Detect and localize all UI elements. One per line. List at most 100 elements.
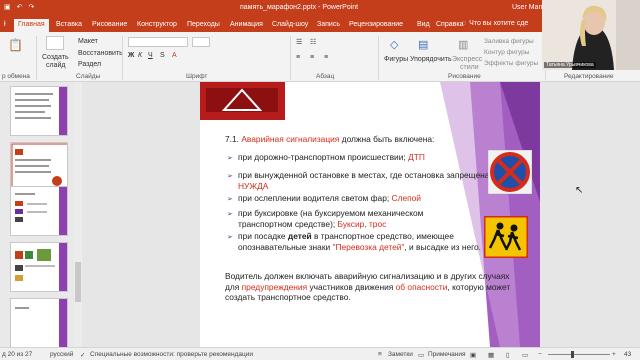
slide-thumbnails-pane (0, 82, 82, 348)
zoom-level[interactable]: 43 (624, 351, 631, 358)
bullet-icon: ➢ (227, 173, 233, 180)
align-left-icon[interactable]: ≡ (296, 54, 300, 61)
tab-draw[interactable]: Рисование (88, 19, 131, 32)
reading-view-icon[interactable]: ▯ (506, 351, 510, 359)
tell-me-box[interactable]: ◌ Что вы хотите сде (462, 20, 528, 27)
slide-thumbnail[interactable] (10, 186, 68, 236)
italic-icon[interactable]: К (138, 52, 142, 59)
font-size-box[interactable] (192, 37, 210, 47)
heading-text: должна быть включена: (341, 134, 435, 144)
redo-icon[interactable]: ↷ (29, 3, 35, 11)
notes-button[interactable]: Заметки (388, 351, 413, 358)
tab-transitions[interactable]: Переходы (183, 19, 224, 32)
font-color-icon[interactable]: A (172, 52, 177, 59)
window-title: память_марафон2.pptx - PowerPoint (240, 4, 359, 11)
divider (36, 36, 37, 80)
sorter-view-icon[interactable]: ▦ (488, 351, 494, 359)
new-slide-label-2[interactable]: слайд (46, 62, 65, 69)
divider (290, 36, 291, 80)
zoom-out-icon[interactable]: − (538, 351, 542, 358)
new-slide-icon[interactable] (46, 36, 64, 50)
shapes-button[interactable]: Фигуры (384, 56, 408, 63)
tab-review[interactable]: Рецензирование (345, 19, 407, 32)
tab-view[interactable]: Вид (413, 19, 434, 32)
slide-thumbnail[interactable] (10, 86, 68, 136)
zoom-in-icon[interactable]: + (612, 351, 616, 358)
bullet-icon: ➢ (227, 196, 233, 203)
quick-styles-button-2[interactable]: стили (460, 64, 479, 71)
shape-fill-button[interactable]: Заливка фигуры (484, 38, 534, 45)
notes-icon[interactable]: ≡ (378, 351, 382, 358)
divider (122, 36, 123, 80)
font-group-label: Шрифт (186, 73, 208, 80)
lightbulb-icon: ◌ (462, 20, 467, 27)
bullet-icon: ➢ (227, 155, 233, 162)
normal-view-icon[interactable]: ▣ (470, 351, 476, 359)
align-right-icon[interactable]: ≡ (324, 54, 328, 61)
tab-home[interactable]: Главная (14, 19, 49, 32)
accessibility-icon[interactable]: ✓ (80, 351, 85, 359)
clipboard-group-label: р обмена (2, 73, 30, 80)
shape-effects-button[interactable]: Эффекты фигуры (484, 60, 538, 67)
slideshow-view-icon[interactable]: ▭ (522, 351, 528, 359)
layout-button[interactable]: Макет (78, 38, 98, 45)
slide-footer-text: Водитель должен включать аварийную сигна… (225, 271, 511, 302)
thumbnails-scrollbar[interactable] (74, 82, 82, 347)
slide-thumbnail[interactable] (10, 298, 68, 348)
font-name-box[interactable] (128, 37, 188, 47)
arrange-button[interactable]: Упорядочить (410, 56, 452, 63)
list-item: при ослеплении водителя светом фар; Слеп… (238, 193, 421, 203)
zoom-slider-thumb[interactable] (571, 351, 574, 358)
quick-styles-icon[interactable]: ▥ (458, 38, 468, 51)
heading-red-text: Аварийная сигнализация (241, 134, 340, 144)
numbering-icon[interactable]: ☷ (310, 38, 316, 46)
slide-heading: 7.1. Аварийная сигнализация должна быть … (225, 134, 434, 145)
divider (378, 36, 379, 80)
reset-button[interactable]: Восстановить (78, 50, 123, 57)
list-item: при буксировке (на буксируемом механичес… (238, 208, 424, 229)
new-slide-label[interactable]: Создать (42, 54, 69, 61)
paragraph-group-label: Абзац (316, 73, 335, 80)
list-item: при дорожно-транспортном происшествии; Д… (238, 152, 425, 162)
slides-group-label: Слайды (76, 73, 101, 80)
comments-button[interactable]: Примечания (428, 351, 466, 358)
shape-outline-button[interactable]: Контур фигуры (484, 49, 529, 56)
save-icon[interactable]: ▣ (4, 3, 11, 11)
align-center-icon[interactable]: ≡ (310, 54, 314, 61)
tab-insert[interactable]: Вставка (52, 19, 86, 32)
quick-styles-button[interactable]: Экспресс (452, 56, 482, 63)
bullet-icon: ➢ (227, 211, 233, 218)
drawing-group-label: Рисование (448, 73, 481, 80)
arrange-icon[interactable]: ▤ (418, 38, 428, 51)
strikethrough-icon[interactable]: S (160, 52, 165, 59)
presenter-video (542, 0, 640, 70)
scrollbar-thumb[interactable] (75, 262, 81, 302)
tab-design[interactable]: Конструктор (133, 19, 181, 32)
tab-animations[interactable]: Анимация (226, 19, 267, 32)
language-indicator[interactable]: русский (50, 351, 73, 358)
bullets-icon[interactable]: ☰ (296, 38, 302, 46)
slide-thumbnail[interactable] (10, 142, 68, 192)
children-transport-sign (484, 216, 528, 258)
tab-record[interactable]: Запись (313, 19, 344, 32)
section-button[interactable]: Раздел (78, 61, 101, 68)
paste-icon[interactable]: 📋 (8, 38, 23, 52)
comments-icon[interactable]: ▭ (418, 351, 424, 359)
bold-icon[interactable]: Ж (128, 52, 134, 59)
list-item: при посадке детей в транспортное средств… (238, 231, 481, 252)
bullet-icon: ➢ (227, 234, 233, 241)
slide-thumbnail[interactable] (10, 242, 68, 292)
accessibility-status[interactable]: Специальные возможности: проверьте реком… (90, 351, 253, 358)
tab-file-stub[interactable]: ł (0, 19, 10, 32)
shapes-icon[interactable]: ◇ (390, 38, 398, 51)
heading-number: 7.1. (225, 134, 239, 144)
tell-me-text: Что вы хотите сде (469, 20, 529, 27)
zoom-slider[interactable] (548, 354, 610, 355)
slide-counter[interactable]: д 20 из 27 (2, 351, 32, 358)
undo-icon[interactable]: ↶ (17, 3, 23, 11)
list-item: при вынужденной остановке в местах, где … (238, 170, 492, 191)
slide-canvas[interactable]: 7.1. Аварийная сигнализация должна быть … (200, 82, 540, 347)
tab-slideshow[interactable]: Слайд-шоу (268, 19, 312, 32)
no-stopping-sign (488, 150, 532, 194)
underline-icon[interactable]: Ч (148, 52, 153, 59)
